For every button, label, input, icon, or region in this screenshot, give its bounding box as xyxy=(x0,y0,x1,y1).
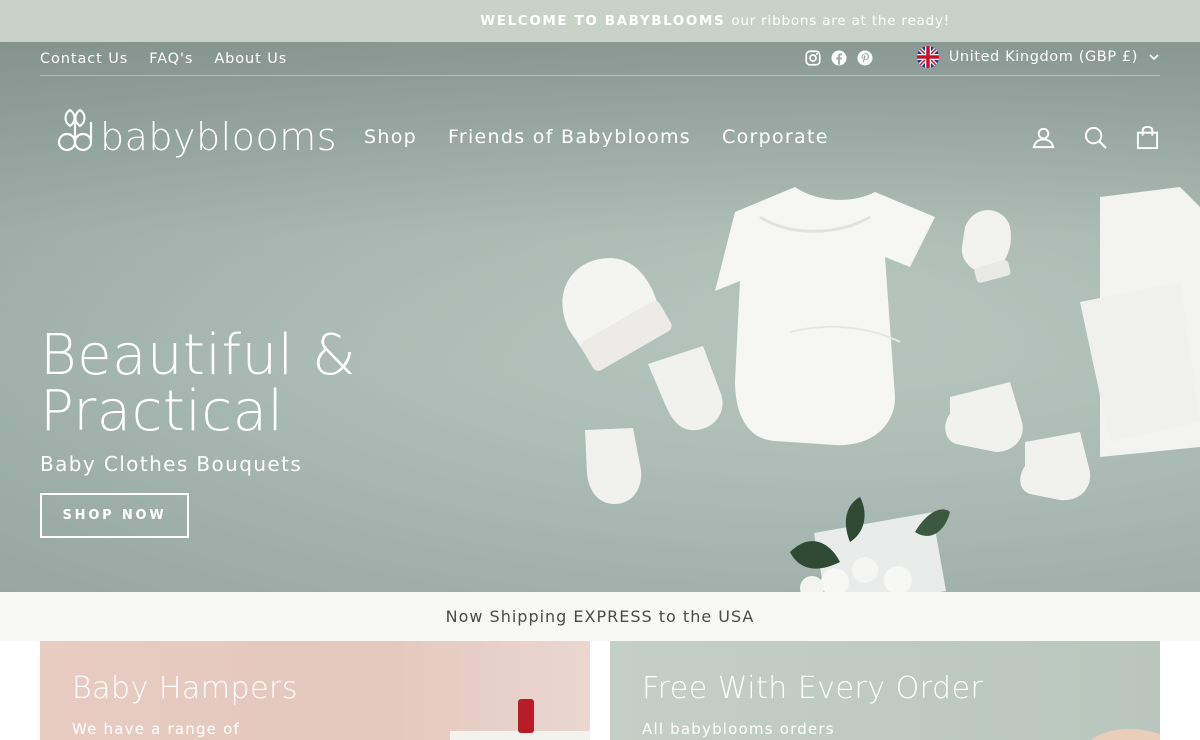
gift-box-image xyxy=(450,699,590,740)
promo-baby-hampers[interactable]: Baby Hampers We have a range of xyxy=(40,641,590,740)
baby-image xyxy=(1091,729,1160,740)
promo-text: All babyblooms orders xyxy=(642,720,835,738)
promo-free-with-every-order[interactable]: Free With Every Order All babyblooms ord… xyxy=(610,641,1160,740)
chevron-down-icon xyxy=(1149,54,1159,61)
cart-icon[interactable] xyxy=(1135,125,1160,150)
announcement-text: our ribbons are at the ready! xyxy=(731,13,950,29)
contact-us-link[interactable]: Contact Us xyxy=(40,51,128,67)
shop-now-button[interactable]: SHOP NOW xyxy=(40,493,189,538)
facebook-icon[interactable] xyxy=(830,49,848,67)
nav-friends-of-babyblooms[interactable]: Friends of Babyblooms xyxy=(448,126,691,148)
hero-copy: Beautiful & Practical Baby Clothes Bouqu… xyxy=(40,328,400,538)
hero-subtitle: Baby Clothes Bouquets xyxy=(40,452,303,476)
promo-title: Free With Every Order xyxy=(642,671,984,706)
search-icon[interactable] xyxy=(1083,125,1108,150)
nav-corporate[interactable]: Corporate xyxy=(722,126,829,148)
logo-text: babyblooms xyxy=(100,115,338,159)
utility-bar: Contact Us FAQ's About Us United Kingdom… xyxy=(40,42,1160,76)
hero-banner: Contact Us FAQ's About Us United Kingdom… xyxy=(0,42,1200,592)
announcement-strong: WELCOME TO BABYBLOOMS xyxy=(480,13,726,29)
main-nav: Shop Friends of Babyblooms Corporate xyxy=(364,126,829,148)
promo-title: Baby Hampers xyxy=(72,671,298,706)
shipping-text: Now Shipping EXPRESS to the USA xyxy=(445,607,755,626)
currency-label: United Kingdom (GBP £) xyxy=(948,49,1138,65)
announcement-bar: WELCOME TO BABYBLOOMS our ribbons are at… xyxy=(0,0,1200,42)
pinterest-icon[interactable] xyxy=(856,49,874,67)
shipping-bar: Now Shipping EXPRESS to the USA xyxy=(0,592,1200,641)
promo-text: We have a range of xyxy=(72,720,240,738)
header-icons xyxy=(1031,125,1160,150)
social-links xyxy=(804,49,874,67)
nav-shop[interactable]: Shop xyxy=(364,126,417,148)
faqs-link[interactable]: FAQ's xyxy=(149,51,193,67)
account-icon[interactable] xyxy=(1031,125,1056,150)
currency-selector[interactable]: United Kingdom (GBP £) xyxy=(916,46,1160,68)
site-logo[interactable]: babyblooms xyxy=(56,104,337,156)
instagram-icon[interactable] xyxy=(804,49,822,67)
about-us-link[interactable]: About Us xyxy=(214,51,287,67)
uk-flag-icon xyxy=(916,46,939,68)
hero-title: Beautiful & Practical xyxy=(40,323,357,444)
logo-mark-icon xyxy=(57,108,93,152)
